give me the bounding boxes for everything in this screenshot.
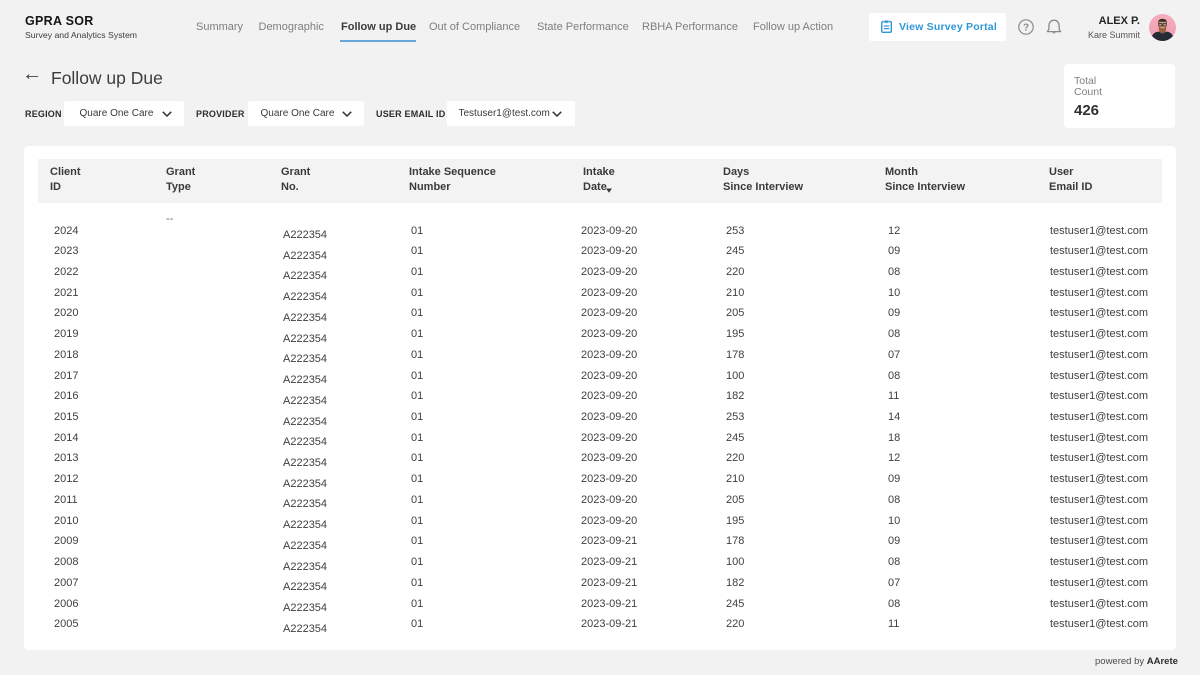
svg-text:?: ? xyxy=(1023,23,1029,34)
